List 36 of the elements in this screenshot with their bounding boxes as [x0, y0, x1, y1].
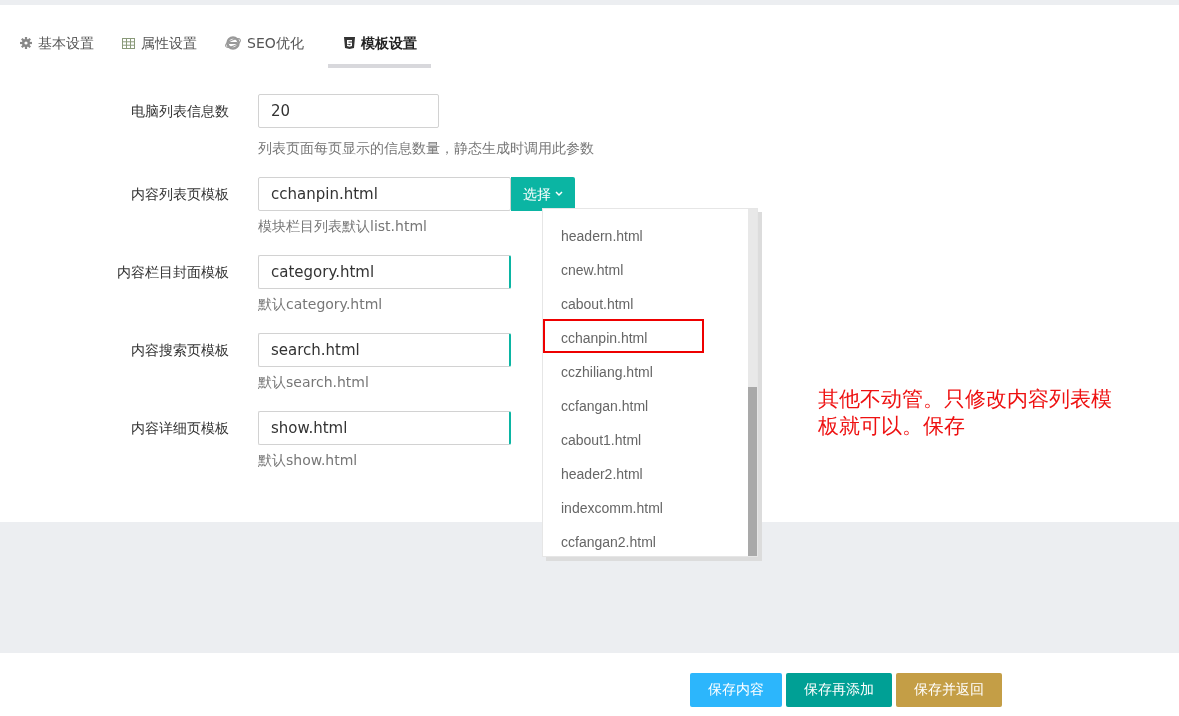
- input-field[interactable]: 20: [258, 94, 439, 128]
- input-field[interactable]: category.html: [258, 255, 511, 289]
- dropdown-item[interactable]: ccfangan2.html: [543, 523, 704, 557]
- dropdown-item[interactable]: indexcomm.html: [543, 489, 704, 523]
- dropdown-item[interactable]: ccfangan.html: [543, 387, 704, 421]
- field-label: 电脑列表信息数: [130, 102, 230, 121]
- tab[interactable]: 基本设置: [16, 22, 106, 68]
- field-label: 内容详细页模板: [130, 419, 230, 438]
- help-text: 列表页面每页显示的信息数量，静态生成时调用此参数: [258, 139, 594, 158]
- help-text: 默认category.html: [258, 295, 384, 314]
- dropdown-item[interactable]: cabout.html: [543, 285, 704, 319]
- tab[interactable]: 属性设置: [118, 22, 209, 68]
- table-icon: [122, 37, 135, 49]
- input-field[interactable]: cchanpin.html: [258, 177, 511, 211]
- field-label: 内容栏目封面模板: [116, 263, 230, 282]
- dropdown-item[interactable]: cczhiliang.html: [543, 353, 704, 387]
- caret-icon: [555, 191, 563, 197]
- save-button[interactable]: 保存再添加: [786, 672, 892, 707]
- dropdown-item[interactable]: cnew.html: [543, 251, 704, 285]
- gear-icon: [20, 37, 32, 49]
- annotation-note: 其他不动管。只修改内容列表模板就可以。保存: [818, 386, 1113, 440]
- help-text: 默认show.html: [258, 451, 359, 470]
- field-label: 内容搜索页模板: [130, 341, 230, 360]
- scrollbar[interactable]: [748, 209, 757, 556]
- input-field[interactable]: show.html: [258, 411, 511, 445]
- help-text: 默认search.html: [258, 373, 370, 392]
- dropdown-item[interactable]: cchanpin.html: [543, 319, 704, 353]
- scrollbar-thumb[interactable]: [748, 387, 757, 556]
- dropdown-item[interactable]: cabout1.html: [543, 421, 704, 455]
- dropdown-item[interactable]: headern.html: [543, 217, 704, 251]
- document-icon: [343, 37, 355, 49]
- tab[interactable]: SEO优化: [221, 22, 316, 68]
- field-label: 内容列表页模板: [130, 185, 230, 204]
- input-field[interactable]: search.html: [258, 333, 511, 367]
- tab[interactable]: 模板设置: [327, 22, 431, 68]
- dropdown-item[interactable]: header2.html: [543, 455, 704, 489]
